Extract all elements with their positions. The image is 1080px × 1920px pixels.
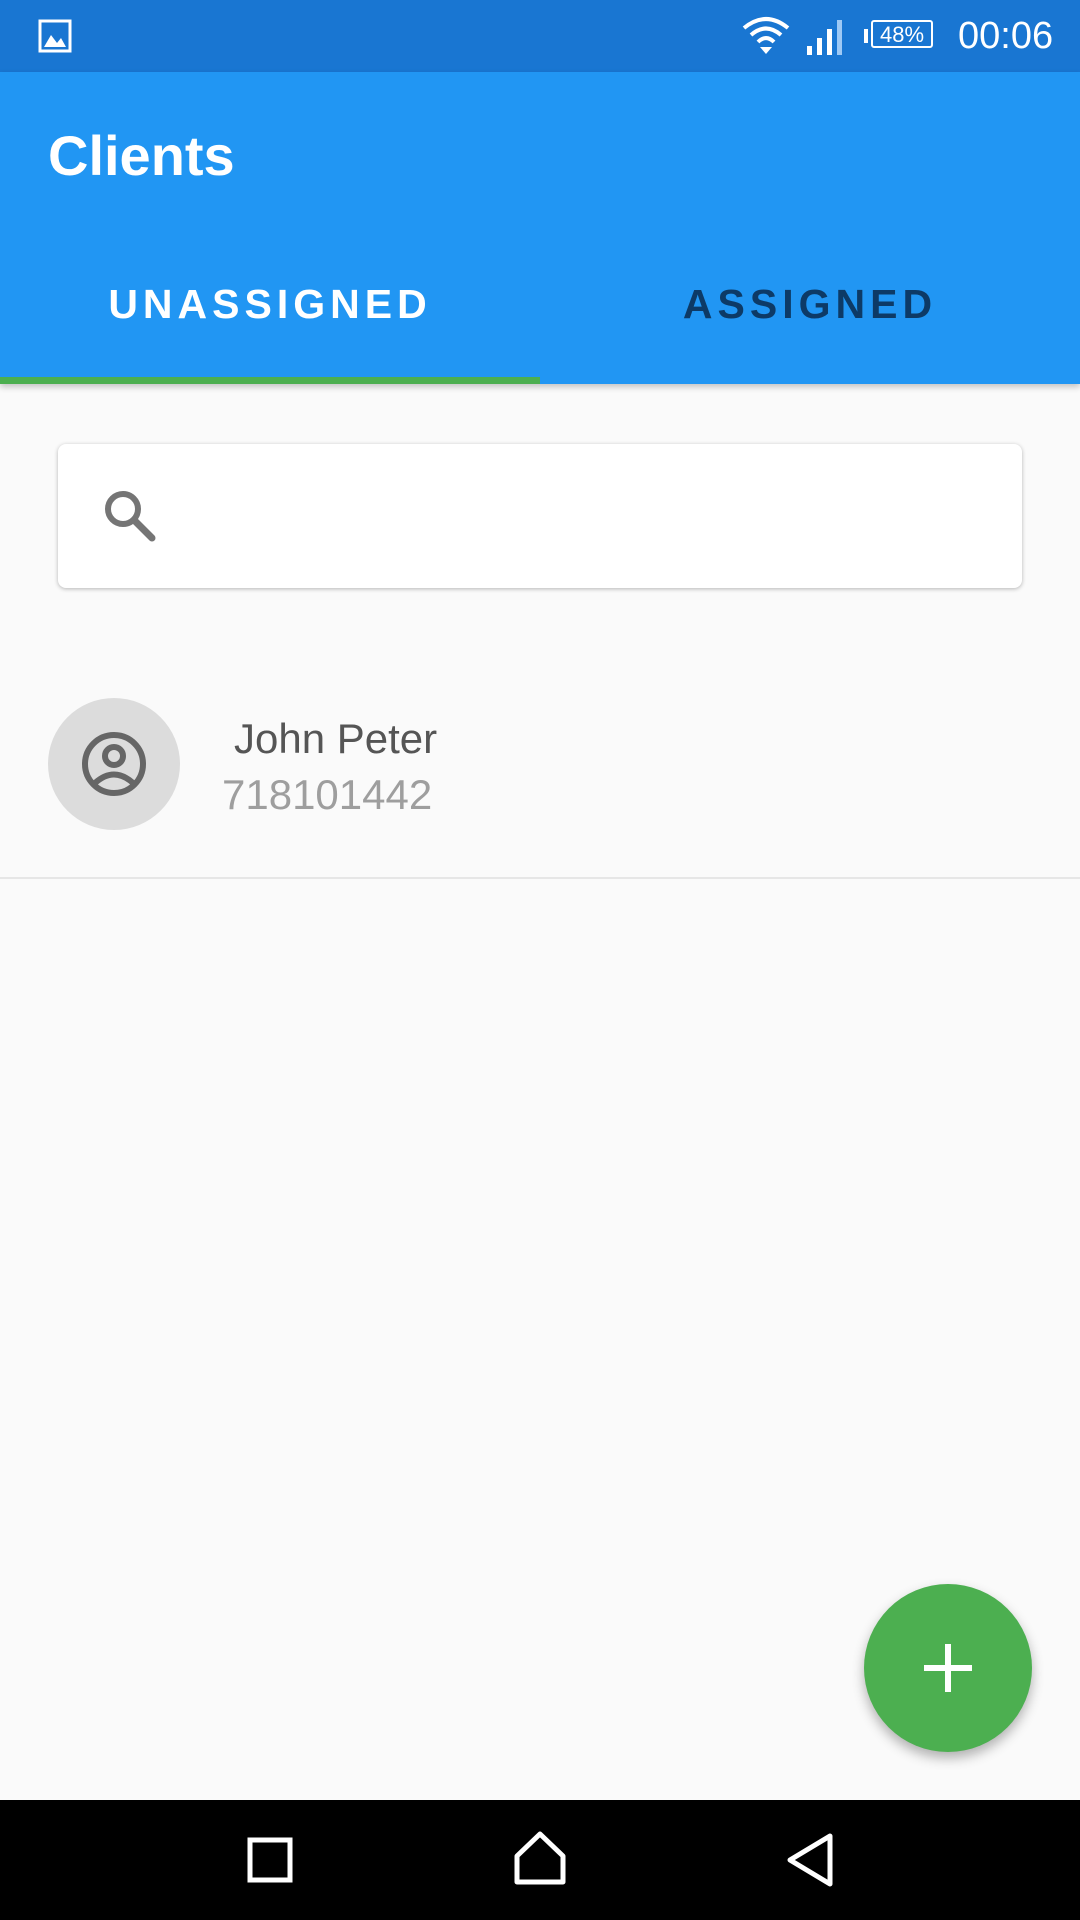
gallery-icon: [38, 19, 72, 53]
back-button[interactable]: [770, 1820, 850, 1900]
list-item[interactable]: John Peter 718101442: [0, 674, 1080, 878]
client-phone: 718101442: [222, 771, 433, 818]
plus-icon: [924, 1644, 972, 1692]
search-card[interactable]: [58, 444, 1022, 588]
search-input[interactable]: [188, 474, 992, 560]
recent-apps-icon: [247, 1837, 293, 1883]
battery-nub: [864, 29, 868, 43]
add-client-button[interactable]: [864, 1584, 1032, 1752]
page-title: Clients: [48, 124, 235, 187]
wifi-icon: [742, 17, 790, 54]
back-icon: [787, 1833, 833, 1887]
client-name: John Peter: [234, 715, 438, 762]
tab-assigned-label: ASSIGNED: [682, 281, 938, 327]
tab-unassigned-label: UNASSIGNED: [108, 281, 432, 327]
screen: 48% 00:06 Clients UNASSIGNED ASSIGNED Jo…: [0, 0, 1080, 1920]
status-time: 00:06: [958, 15, 1054, 57]
app-bar: Clients UNASSIGNED ASSIGNED: [0, 72, 1080, 384]
avatar: [48, 698, 180, 830]
tab-assigned[interactable]: ASSIGNED: [540, 268, 1080, 384]
list-divider: [0, 877, 1080, 879]
status-bar: 48% 00:06: [0, 0, 1080, 72]
nav-bar: [0, 1800, 1080, 1920]
battery-icon: 48%: [864, 20, 936, 52]
home-icon: [514, 1831, 566, 1885]
search-icon: [105, 491, 156, 542]
battery-level: 48%: [871, 20, 933, 48]
tab-indicator: [0, 377, 540, 384]
tab-unassigned[interactable]: UNASSIGNED: [0, 268, 540, 384]
signal-icon: [807, 20, 842, 55]
recent-apps-button[interactable]: [230, 1820, 310, 1900]
home-button[interactable]: [500, 1820, 580, 1900]
account-circle-icon: [82, 732, 146, 796]
